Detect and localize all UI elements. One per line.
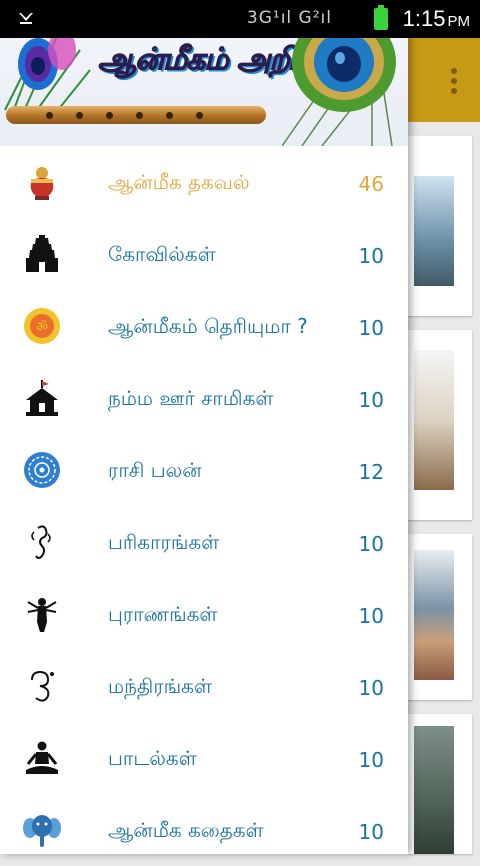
menu-item-count: 10: [358, 244, 384, 268]
menu-item-label: பரிகாரங்கள்: [108, 530, 220, 554]
deity-icon: [27, 598, 57, 632]
status-bar: 3G¹ıl G²ıl 1:15 PM: [0, 0, 480, 38]
menu-item-count: 10: [358, 676, 384, 700]
menu-item-aanmeega-thagaval[interactable]: ஆன்மீக தகவல் 46: [0, 146, 408, 218]
battery-icon: [374, 5, 388, 30]
svg-text:ॐ: ॐ: [36, 320, 48, 335]
menu-item-label: ஆன்மீக கதைகள்: [108, 818, 264, 842]
menu-item-namma-oor-saamigal[interactable]: நம்ம ஊர் சாமிகள் 10: [0, 362, 408, 434]
menu-item-label: கோவில்கள்: [108, 242, 216, 266]
menu-item-raasi-palan[interactable]: ராசி பலன் 12: [0, 434, 408, 506]
menu-item-count: 10: [358, 388, 384, 412]
menu-item-label: ஆன்மீகம் தெரியுமா ?: [108, 314, 308, 338]
meditation-icon: [26, 741, 58, 774]
menu-item-label: நம்ம ஊர் சாமிகள்: [108, 386, 274, 410]
menu-item-count: 10: [358, 820, 384, 844]
background-card[interactable]: [408, 136, 472, 316]
overflow-menu-icon[interactable]: [448, 66, 460, 96]
om-symbol-icon: [31, 670, 54, 702]
navigation-drawer[interactable]: ஆன்மீகம் அறிவோம் ஆன்மீக தகவல் 46 கோவில்க…: [0, 0, 408, 854]
background-card[interactable]: [408, 534, 472, 700]
temple-tower-icon: [26, 235, 58, 272]
menu-item-parigaarangal[interactable]: பரிகாரங்கள் 10: [0, 506, 408, 578]
elephant-icon: [23, 815, 61, 847]
background-card[interactable]: [408, 714, 472, 854]
menu-item-count: 10: [358, 604, 384, 628]
ganesha-icon: [31, 525, 51, 559]
om-sun-icon: ॐ: [24, 308, 60, 344]
menu-item-label: புராணங்கள்: [108, 602, 218, 626]
menu-item-count: 46: [358, 172, 384, 196]
menu-item-kovilgal[interactable]: கோவில்கள் 10: [0, 218, 408, 290]
menu-item-count: 10: [358, 316, 384, 340]
menu-item-label: பாடல்கள்: [108, 746, 197, 770]
menu-item-aanmeega-kathaigal[interactable]: ஆன்மீக கதைகள் 10: [0, 794, 408, 866]
menu-item-manthirangal[interactable]: மந்திரங்கள் 10: [0, 650, 408, 722]
menu-item-aanmeegam-theriyuma[interactable]: ॐ ஆன்மீகம் தெரியுமா ? 10: [0, 290, 408, 362]
menu-item-puraanangal[interactable]: புராணங்கள் 10: [0, 578, 408, 650]
network-signal: 3G¹ıl G²ıl: [246, 8, 332, 28]
menu-item-count: 12: [358, 460, 384, 484]
village-shrine-icon: [26, 380, 58, 416]
zodiac-wheel-icon: [24, 452, 60, 488]
kalasam-icon: [30, 167, 54, 200]
menu-list: ஆன்மீக தகவல் 46 கோவில்கள் 10 ॐ ஆன்மீகம் …: [0, 146, 408, 866]
flute-graphic: [6, 106, 266, 124]
menu-item-label: ராசி பலன்: [108, 458, 202, 482]
clock: 1:15 PM: [402, 6, 470, 31]
menu-item-count: 10: [358, 748, 384, 772]
menu-item-paadalgal[interactable]: பாடல்கள் 10: [0, 722, 408, 794]
menu-item-label: ஆன்மீக தகவல்: [108, 170, 250, 194]
menu-item-label: மந்திரங்கள்: [108, 674, 213, 698]
menu-item-count: 10: [358, 532, 384, 556]
notification-icon: [19, 13, 33, 24]
background-card[interactable]: [408, 330, 472, 520]
